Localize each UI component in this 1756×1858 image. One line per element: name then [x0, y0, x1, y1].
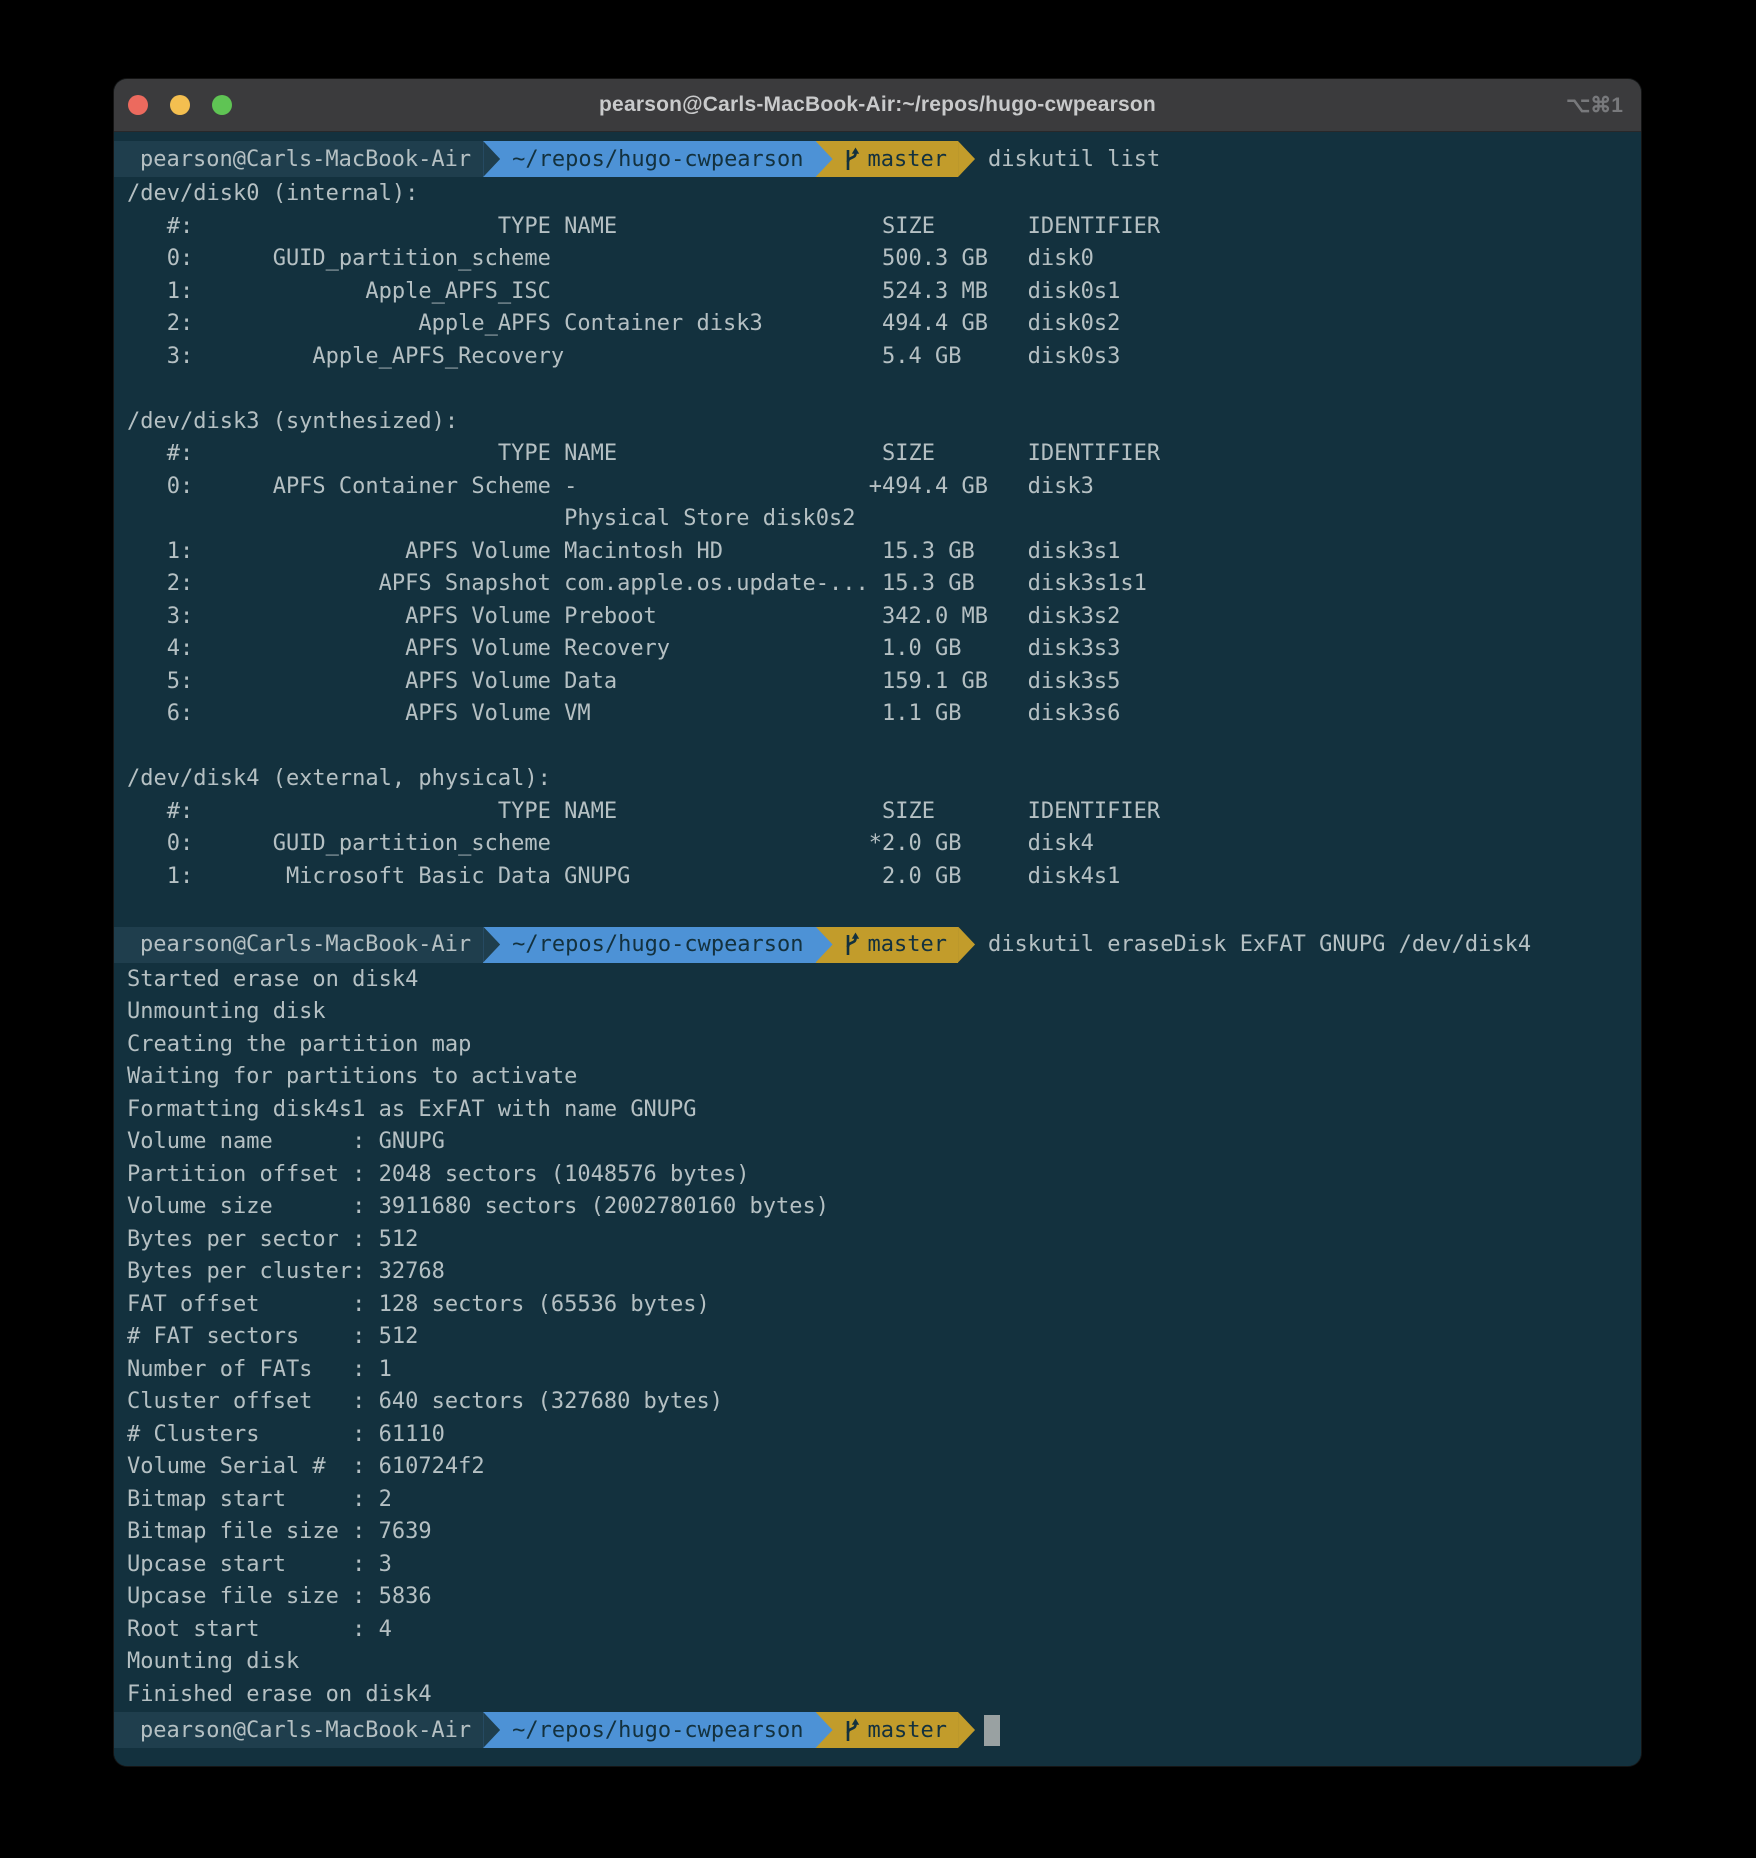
- terminal-output-line: [127, 893, 1628, 926]
- minimize-button[interactable]: [170, 95, 190, 115]
- prompt-user-host: pearson@Carls-MacBook-Air: [114, 1712, 483, 1748]
- terminal-output-line: 6: APFS Volume VM 1.1 GB disk3s6: [127, 698, 1628, 731]
- terminal-output-line: [127, 373, 1628, 406]
- terminal-output-line: Volume size : 3911680 sectors (200278016…: [127, 1191, 1628, 1224]
- terminal-output-line: /dev/disk3 (synthesized):: [127, 406, 1628, 439]
- window-title: pearson@Carls-MacBook-Air:~/repos/hugo-c…: [114, 93, 1641, 117]
- tab-shortcut-badge: ⌥⌘1: [1566, 79, 1623, 131]
- terminal-output-line: 4: APFS Volume Recovery 1.0 GB disk3s3: [127, 633, 1628, 666]
- close-button[interactable]: [128, 95, 148, 115]
- terminal-output-line: Partition offset : 2048 sectors (1048576…: [127, 1159, 1628, 1192]
- traffic-lights: [114, 95, 232, 115]
- terminal-output-line: 0: APFS Container Scheme - +494.4 GB dis…: [127, 471, 1628, 504]
- command-text: diskutil eraseDisk ExFAT GNUPG /dev/disk…: [975, 932, 1531, 957]
- terminal-screen[interactable]: pearson@Carls-MacBook-Air ~/repos/hugo-cw…: [114, 132, 1641, 1766]
- terminal-output-line: Upcase file size : 5836: [127, 1581, 1628, 1614]
- powerline-arrow-icon: [483, 1712, 500, 1748]
- terminal-output-line: Unmounting disk: [127, 996, 1628, 1029]
- terminal-output-line: 0: GUID_partition_scheme 500.3 GB disk0: [127, 243, 1628, 276]
- terminal-output-line: #: TYPE NAME SIZE IDENTIFIER: [127, 211, 1628, 244]
- terminal-output-line: /dev/disk4 (external, physical):: [127, 763, 1628, 796]
- terminal-output-line: Bitmap file size : 7639: [127, 1516, 1628, 1549]
- prompt-line: pearson@Carls-MacBook-Air ~/repos/hugo-cw…: [114, 926, 1628, 964]
- terminal-output-line: 1: APFS Volume Macintosh HD 15.3 GB disk…: [127, 536, 1628, 569]
- terminal-output-line: 5: APFS Volume Data 159.1 GB disk3s5: [127, 666, 1628, 699]
- terminal-cursor: [984, 1715, 1000, 1746]
- git-branch-icon: [841, 1717, 861, 1744]
- git-branch-label: master: [868, 147, 947, 172]
- terminal-output-line: Creating the partition map: [127, 1029, 1628, 1062]
- terminal-output-line: Cluster offset : 640 sectors (327680 byt…: [127, 1386, 1628, 1419]
- titlebar[interactable]: pearson@Carls-MacBook-Air:~/repos/hugo-c…: [114, 79, 1641, 132]
- terminal-window: pearson@Carls-MacBook-Air:~/repos/hugo-c…: [114, 79, 1641, 1766]
- prompt-git-branch: master: [833, 1712, 958, 1748]
- git-branch-label: master: [868, 932, 947, 957]
- zoom-button[interactable]: [212, 95, 232, 115]
- terminal-output-line: Number of FATs : 1: [127, 1354, 1628, 1387]
- powerline-arrow-icon: [816, 141, 833, 177]
- powerline-arrow-icon: [958, 141, 975, 177]
- terminal-output-line: # FAT sectors : 512: [127, 1321, 1628, 1354]
- terminal-output-line: Physical Store disk0s2: [127, 503, 1628, 536]
- prompt-directory: ~/repos/hugo-cwpearson: [500, 141, 815, 177]
- prompt-line: pearson@Carls-MacBook-Air ~/repos/hugo-cw…: [114, 140, 1628, 178]
- powerline-arrow-icon: [816, 1712, 833, 1748]
- terminal-output-line: Volume name : GNUPG: [127, 1126, 1628, 1159]
- terminal-output-line: 2: APFS Snapshot com.apple.os.update-...…: [127, 568, 1628, 601]
- terminal-output-line: [127, 731, 1628, 764]
- terminal-output-line: Bytes per sector : 512: [127, 1224, 1628, 1257]
- powerline-arrow-icon: [958, 1712, 975, 1748]
- powerline-arrow-icon: [958, 927, 975, 963]
- terminal-output-line: Volume Serial # : 610724f2: [127, 1451, 1628, 1484]
- git-branch-label: master: [868, 1718, 947, 1743]
- terminal-output-line: Bitmap start : 2: [127, 1484, 1628, 1517]
- prompt-user-host: pearson@Carls-MacBook-Air: [114, 141, 483, 177]
- terminal-output-line: Formatting disk4s1 as ExFAT with name GN…: [127, 1094, 1628, 1127]
- terminal-output-line: #: TYPE NAME SIZE IDENTIFIER: [127, 438, 1628, 471]
- terminal-output-line: Bytes per cluster: 32768: [127, 1256, 1628, 1289]
- prompt-user-host: pearson@Carls-MacBook-Air: [114, 927, 483, 963]
- prompt-directory: ~/repos/hugo-cwpearson: [500, 1712, 815, 1748]
- terminal-output-line: Finished erase on disk4: [127, 1679, 1628, 1712]
- terminal-output-line: Upcase start : 3: [127, 1549, 1628, 1582]
- terminal-output-line: 1: Microsoft Basic Data GNUPG 2.0 GB dis…: [127, 861, 1628, 894]
- terminal-output-line: 3: APFS Volume Preboot 342.0 MB disk3s2: [127, 601, 1628, 634]
- powerline-arrow-icon: [483, 141, 500, 177]
- terminal-output-line: 1: Apple_APFS_ISC 524.3 MB disk0s1: [127, 276, 1628, 309]
- prompt-line: pearson@Carls-MacBook-Air ~/repos/hugo-cw…: [114, 1711, 1628, 1749]
- terminal-output-line: Started erase on disk4: [127, 964, 1628, 997]
- terminal-output-line: 0: GUID_partition_scheme *2.0 GB disk4: [127, 828, 1628, 861]
- command-text: diskutil list: [975, 147, 1160, 172]
- terminal-output-line: FAT offset : 128 sectors (65536 bytes): [127, 1289, 1628, 1322]
- terminal-output-line: /dev/disk0 (internal):: [127, 178, 1628, 211]
- terminal-output-line: Mounting disk: [127, 1646, 1628, 1679]
- terminal-output-line: #: TYPE NAME SIZE IDENTIFIER: [127, 796, 1628, 829]
- prompt-git-branch: master: [833, 141, 958, 177]
- git-branch-icon: [841, 146, 861, 173]
- prompt-directory: ~/repos/hugo-cwpearson: [500, 927, 815, 963]
- terminal-output-line: 3: Apple_APFS_Recovery 5.4 GB disk0s3: [127, 341, 1628, 374]
- powerline-arrow-icon: [816, 927, 833, 963]
- terminal-output-line: Waiting for partitions to activate: [127, 1061, 1628, 1094]
- powerline-arrow-icon: [483, 927, 500, 963]
- terminal-output-line: # Clusters : 61110: [127, 1419, 1628, 1452]
- terminal-output-line: 2: Apple_APFS Container disk3 494.4 GB d…: [127, 308, 1628, 341]
- prompt-git-branch: master: [833, 927, 958, 963]
- git-branch-icon: [841, 931, 861, 958]
- terminal-output-line: Root start : 4: [127, 1614, 1628, 1647]
